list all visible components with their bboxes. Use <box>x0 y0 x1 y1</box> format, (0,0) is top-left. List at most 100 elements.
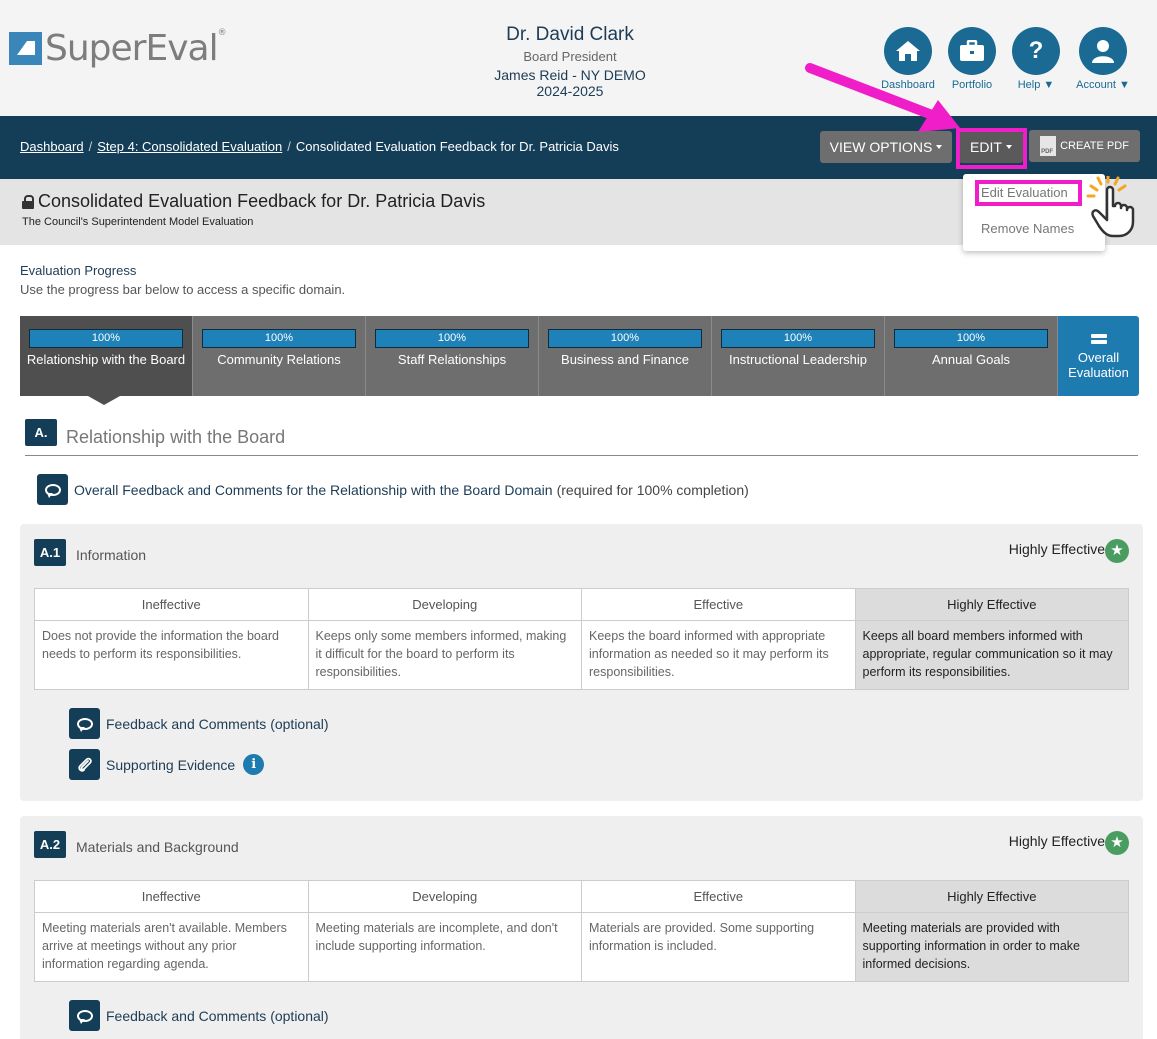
view-options-label: VIEW OPTIONS <box>829 139 933 155</box>
hand-cursor-icon <box>1086 176 1135 238</box>
star-icon: ★ <box>1105 539 1129 563</box>
pointer-arrow-icon <box>805 63 960 132</box>
logo-text: SuperEval <box>45 28 219 69</box>
top-header: SuperEval® Dr. David Clark Board Preside… <box>0 0 1157 116</box>
feedback-row: Feedback and Comments (optional) <box>69 708 329 739</box>
divider <box>25 455 1138 456</box>
breadcrumb-separator: / <box>88 139 93 154</box>
tab-label: Instructional Leadership <box>728 352 868 367</box>
menu-item-remove-names[interactable]: Remove Names <box>981 221 1074 236</box>
competency-badge: A.2 <box>34 831 66 858</box>
competency-rating: Highly Effective <box>1008 833 1105 849</box>
create-pdf-label: CREATE PDF <box>1060 140 1129 152</box>
evidence-row: Supporting Evidence i <box>69 749 265 780</box>
rubric-cell[interactable]: Meeting materials are incomplete, and do… <box>307 912 582 982</box>
caret-down-icon <box>936 145 943 149</box>
tab-business-and-finance[interactable]: 100% Business and Finance <box>539 316 712 396</box>
feedback-row: Feedback and Comments (optional) <box>69 1000 329 1031</box>
rubric-header-selected: Highly Effective <box>854 880 1129 913</box>
logo-mark-icon <box>9 32 42 65</box>
rubric-header-selected: Highly Effective <box>854 588 1129 621</box>
breadcrumb-current: Consolidated Evaluation Feedback for Dr.… <box>295 139 619 154</box>
progress-bar: 100% <box>894 329 1048 348</box>
tab-label: Community Relations <box>217 352 341 367</box>
rubric-cell[interactable]: Does not provide the information the boa… <box>34 620 309 690</box>
breadcrumb: Dashboard / Step 4: Consolidated Evaluatio… <box>20 139 619 154</box>
rubric-cell-selected[interactable]: Meeting materials are provided with supp… <box>854 912 1129 982</box>
user-district: James Reid - NY DEMO <box>494 67 646 83</box>
unlock-icon <box>22 194 34 209</box>
progress-bar: 100% <box>202 329 356 348</box>
tab-staff-relationships[interactable]: 100% Staff Relationships <box>366 316 539 396</box>
rubric-cell[interactable]: Meeting materials aren't available. Memb… <box>34 912 309 982</box>
overall-feedback-link[interactable]: Overall Feedback and Comments for the Re… <box>74 482 553 498</box>
progress-bar: 100% <box>375 329 529 348</box>
domain-title: Relationship with the Board <box>66 427 286 447</box>
nav-help[interactable]: ? Help ▼ <box>1004 27 1068 91</box>
domain-badge: A. <box>25 419 57 446</box>
tab-relationship-with-board[interactable]: 100% Relationship with the Board <box>20 316 193 396</box>
tab-label: Annual Goals <box>931 352 1011 367</box>
competency-title: Materials and Background <box>76 839 239 855</box>
supporting-evidence-link[interactable]: Supporting Evidence <box>106 757 235 773</box>
breadcrumb-step4[interactable]: Step 4: Consolidated Evaluation <box>97 139 282 154</box>
nav-account[interactable]: Account ▼ <box>1068 27 1138 91</box>
progress-bar: 100% <box>29 329 183 348</box>
competency-card: A.2 Materials and Background Highly Effe… <box>20 816 1143 1039</box>
tab-label: Staff Relationships <box>397 352 507 367</box>
feedback-link[interactable]: Feedback and Comments (optional) <box>106 1008 329 1024</box>
comment-icon[interactable] <box>69 708 100 739</box>
user-year: 2024-2025 <box>536 83 604 99</box>
rubric-header: Developing <box>307 880 582 913</box>
tab-label: Relationship with the Board <box>26 352 186 367</box>
page-title: Consolidated Evaluation Feedback for Dr.… <box>22 191 485 212</box>
rubric-header: Effective <box>581 588 856 621</box>
paperclip-icon[interactable] <box>69 749 100 780</box>
overall-feedback-row: Overall Feedback and Comments for the Re… <box>37 474 749 505</box>
page-title-text: Consolidated Evaluation Feedback for Dr.… <box>38 191 486 211</box>
info-icon[interactable]: i <box>243 754 265 775</box>
tab-instructional-leadership[interactable]: 100% Instructional Leadership <box>712 316 885 396</box>
competency-title: Information <box>76 547 147 563</box>
rubric-cell[interactable]: Materials are provided. Some supporting … <box>581 912 856 982</box>
rubric-header: Effective <box>581 880 856 913</box>
breadcrumb-dashboard[interactable]: Dashboard <box>20 139 84 154</box>
caret-down-icon: ▼ <box>1118 79 1130 91</box>
tab-annual-goals[interactable]: 100% Annual Goals <box>885 316 1058 396</box>
create-pdf-button[interactable]: PDF CREATE PDF <box>1029 130 1140 162</box>
domain-progress-tabs: 100% Relationship with the Board 100% Co… <box>20 316 1142 396</box>
competency-badge: A.1 <box>34 539 66 566</box>
tab-community-relations[interactable]: 100% Community Relations <box>193 316 366 396</box>
user-role: Board President <box>523 49 617 64</box>
feedback-link[interactable]: Feedback and Comments (optional) <box>106 716 329 732</box>
registered-mark: ® <box>217 28 227 38</box>
rubric-header: Developing <box>307 588 582 621</box>
edit-evaluation-highlight <box>975 180 1082 206</box>
rubric-header: Ineffective <box>34 880 309 913</box>
progress-bar: 100% <box>548 329 702 348</box>
star-icon: ★ <box>1105 831 1129 855</box>
progress-bar: 100% <box>721 329 875 348</box>
page-subtitle: The Council's Superintendent Model Evalu… <box>22 216 254 228</box>
tab-overall-evaluation[interactable]: Overall Evaluation <box>1058 316 1139 396</box>
summary-list-icon <box>1091 334 1107 346</box>
overall-feedback-note: (required for 100% completion) <box>556 481 749 498</box>
caret-down-icon: ▼ <box>1043 79 1055 91</box>
comment-icon[interactable] <box>37 474 68 505</box>
user-icon <box>1079 27 1127 75</box>
active-tab-pointer <box>88 396 120 405</box>
progress-description: Use the progress bar below to access a s… <box>20 282 346 297</box>
pdf-icon-text: PDF <box>1041 149 1054 155</box>
user-name: Dr. David Clark <box>506 24 634 45</box>
tab-label: Overall Evaluation <box>1068 350 1129 380</box>
rubric-header: Ineffective <box>34 588 309 621</box>
breadcrumb-separator: / <box>287 139 291 154</box>
rubric-cell-selected[interactable]: Keeps all board members informed with ap… <box>854 620 1129 690</box>
pdf-file-icon: PDF <box>1040 136 1057 156</box>
user-info: Dr. David Clark Board President James Re… <box>470 24 670 99</box>
rubric-cell[interactable]: Keeps the board informed with appropriat… <box>581 620 856 690</box>
comment-icon[interactable] <box>69 1000 100 1031</box>
competency-card: A.1 Information Highly Effective ★ Ineff… <box>20 524 1143 801</box>
superEval-logo[interactable]: SuperEval® <box>9 28 227 69</box>
rubric-cell[interactable]: Keeps only some members informed, making… <box>307 620 582 690</box>
